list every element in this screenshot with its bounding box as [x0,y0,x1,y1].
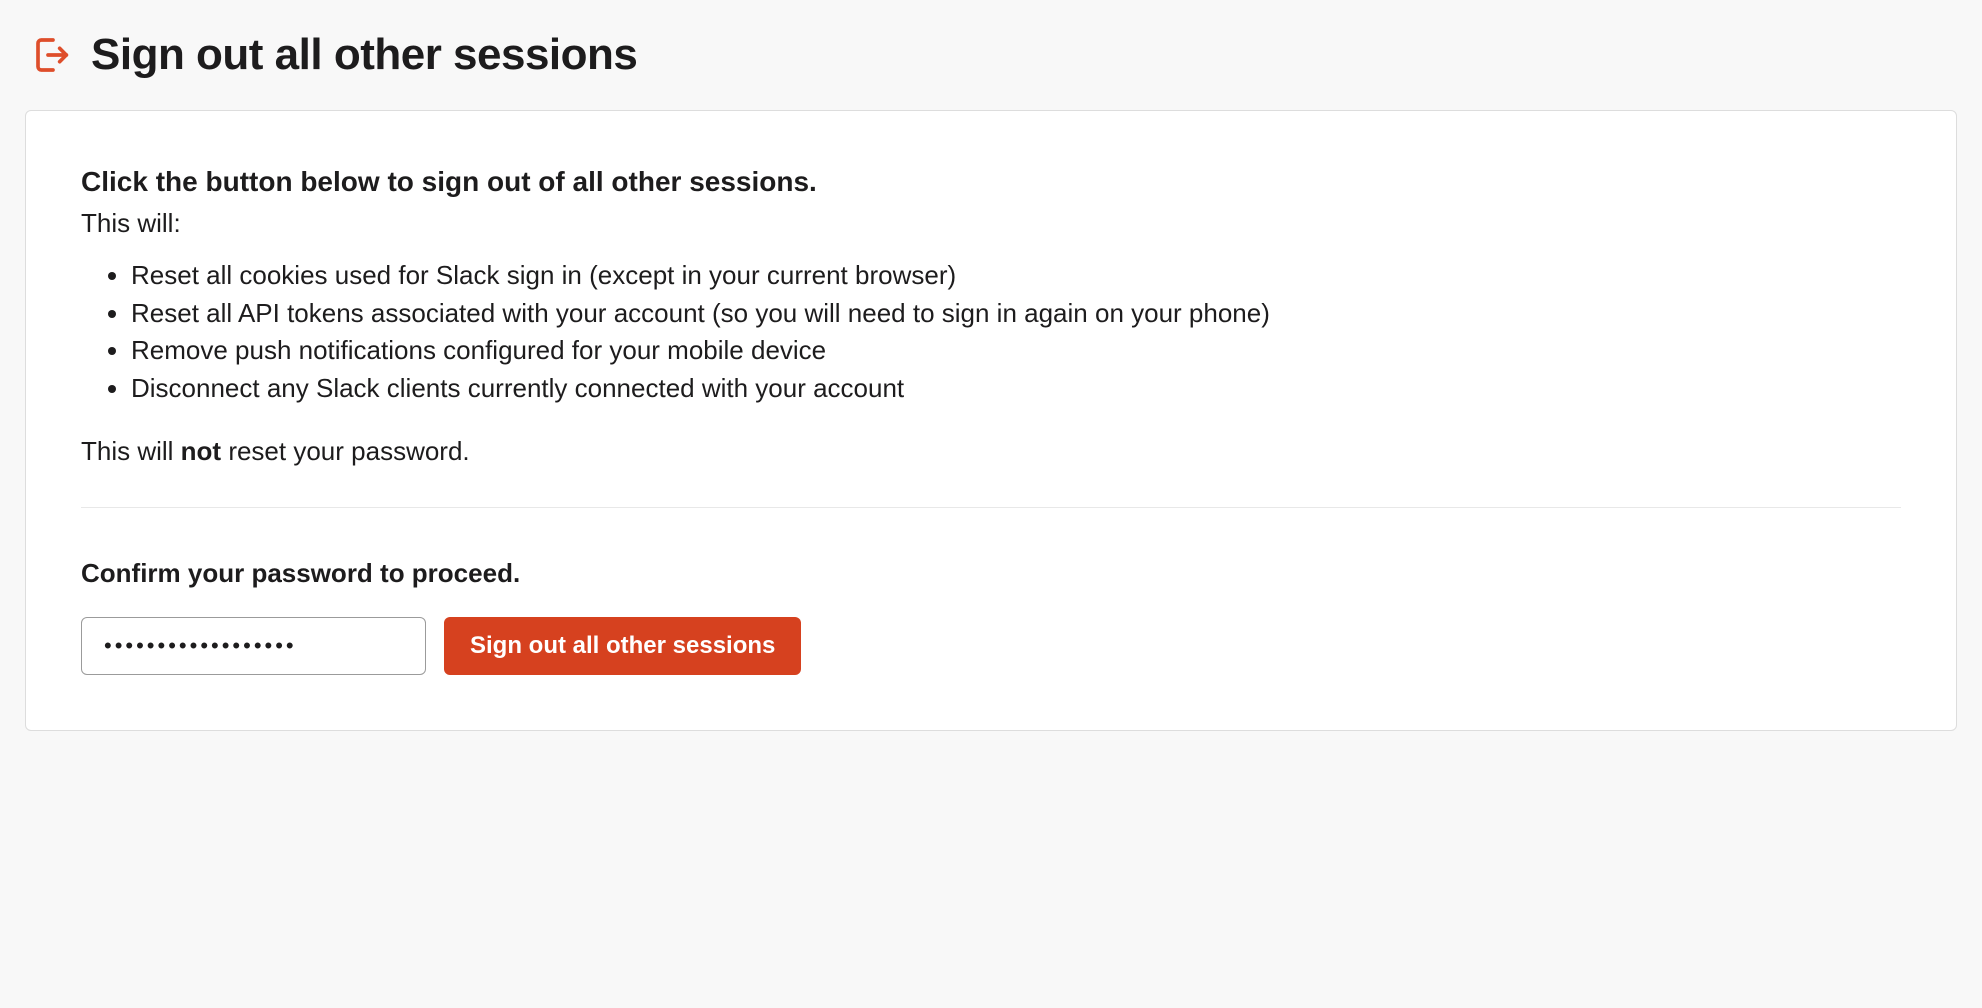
note-prefix: This will [81,436,181,466]
password-input[interactable] [81,617,426,675]
page-title: Sign out all other sessions [91,30,637,80]
password-note: This will not reset your password. [81,436,1901,467]
sign-out-icon [33,35,73,75]
list-item: Reset all cookies used for Slack sign in… [131,257,1901,295]
divider [81,507,1901,508]
page-header: Sign out all other sessions [25,30,1957,80]
action-row: Sign out all other sessions [81,617,1901,675]
confirm-password-label: Confirm your password to proceed. [81,558,1901,589]
subhead-text: This will: [81,208,1901,239]
lead-text: Click the button below to sign out of al… [81,166,1901,198]
sign-out-sessions-button[interactable]: Sign out all other sessions [444,617,801,675]
note-strong: not [181,436,221,466]
signout-card: Click the button below to sign out of al… [25,110,1957,731]
list-item: Reset all API tokens associated with you… [131,295,1901,333]
list-item: Disconnect any Slack clients currently c… [131,370,1901,408]
consequence-list: Reset all cookies used for Slack sign in… [81,257,1901,408]
list-item: Remove push notifications configured for… [131,332,1901,370]
note-suffix: reset your password. [221,436,470,466]
